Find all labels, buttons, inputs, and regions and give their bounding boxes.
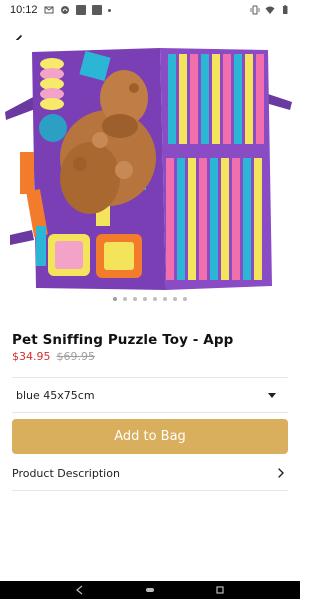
variant-selector[interactable]: blue 45x75cm [12,380,288,410]
pagination-dot[interactable] [143,297,147,301]
image-pagination [0,297,300,301]
dropdown-caret-icon [268,392,276,398]
wifi-icon [265,6,275,14]
fringe-bottom-right [166,158,262,280]
battery-icon [283,5,288,14]
divider [12,490,288,491]
original-price: $69.95 [56,350,96,363]
gmail-icon [44,6,54,14]
pagination-dot[interactable] [133,297,137,301]
pagination-dot[interactable] [173,297,177,301]
status-left: 10:12 [10,4,111,16]
variant-selected-value: blue 45x75cm [16,388,95,402]
divider [12,377,288,378]
divider [12,412,288,413]
dot-icon [107,8,111,12]
chevron-right-icon [278,468,284,478]
nav-back-icon[interactable] [75,585,85,595]
status-time: 10:12 [10,4,38,16]
add-to-bag-button[interactable]: Add to Bag [12,419,288,454]
pagination-dot[interactable] [123,297,127,301]
product-description-label: Product Description [12,466,120,480]
vibrate-icon [250,5,260,15]
nav-home-icon[interactable] [145,585,155,595]
status-bar: 10:12 [0,0,300,20]
pagination-dot[interactable] [163,297,167,301]
product-image[interactable] [0,40,300,295]
nav-recents-icon[interactable] [215,585,225,595]
product-title: Pet Sniffing Puzzle Toy - App [12,332,234,348]
app-icon [75,5,86,15]
product-photo [0,40,300,295]
fringe-top-right [168,54,264,144]
sale-price: $34.95 [12,350,51,363]
system-nav-bar [0,581,300,599]
price-row: $34.95 $69.95 [12,350,95,363]
status-right [250,5,290,15]
pagination-dot[interactable] [153,297,157,301]
pagination-dot[interactable] [183,297,187,301]
pagination-dot[interactable] [113,297,117,301]
app-icon [91,5,102,15]
product-description-row[interactable]: Product Description [12,458,288,488]
notification-icon [60,6,69,14]
